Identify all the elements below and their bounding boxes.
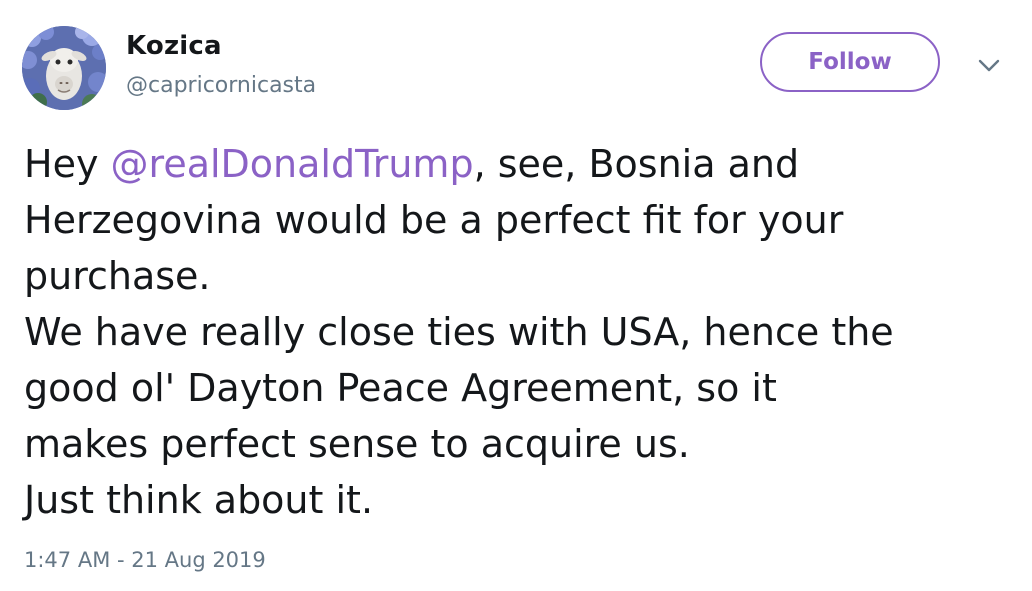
tweet-line: purchase.: [24, 254, 211, 298]
tweet-line: Hey @realDonaldTrump, see, Bosnia and: [24, 136, 1014, 192]
display-name[interactable]: Kozica: [126, 31, 222, 61]
tweet-card: Kozica @capricornicasta Follow Hey @real…: [0, 0, 1032, 591]
tweet-line-suffix: , see, Bosnia and: [473, 142, 800, 186]
chevron-down-icon[interactable]: [976, 55, 1002, 75]
tweet-line: Just think about it.: [24, 478, 374, 522]
tweet-line-prefix: Hey: [24, 142, 111, 186]
follow-button[interactable]: Follow: [760, 32, 940, 92]
user-handle[interactable]: @capricornicasta: [126, 73, 316, 98]
tweet-line: We have really close ties with USA, henc…: [24, 310, 894, 354]
tweet-line: good ol' Dayton Peace Agreement, so it: [24, 366, 777, 410]
tweet-text: Hey @realDonaldTrump, see, Bosnia and He…: [24, 136, 1014, 528]
avatar[interactable]: [22, 26, 106, 110]
tweet-line: Herzegovina would be a perfect fit for y…: [24, 198, 844, 242]
tweet-timestamp[interactable]: 1:47 AM - 21 Aug 2019: [24, 548, 266, 572]
tweet-line: makes perfect sense to acquire us.: [24, 422, 690, 466]
goat-avatar-icon: [22, 26, 106, 110]
mention-link[interactable]: @realDonaldTrump: [111, 142, 474, 186]
